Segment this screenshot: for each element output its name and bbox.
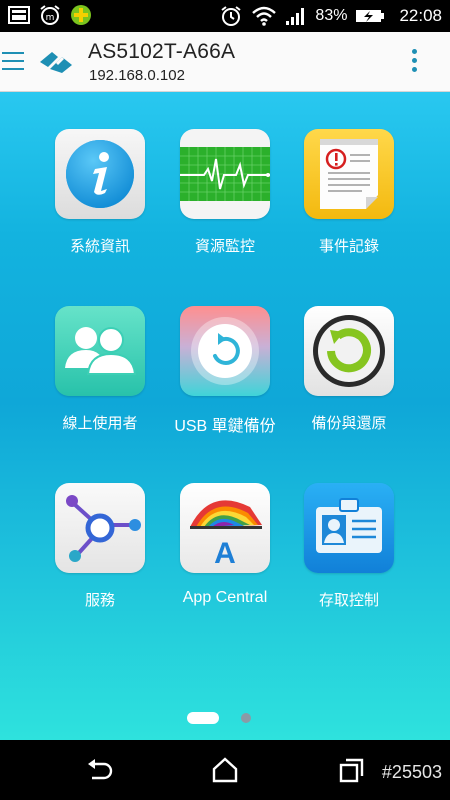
tile-online-users[interactable]: 線上使用者 [45, 306, 155, 433]
tile-usb-backup[interactable]: USB 單鍵備份 [170, 306, 280, 436]
tile-system-info[interactable]: 系統資訊 [45, 129, 155, 256]
tile-services[interactable]: 服務 [45, 483, 155, 610]
device-ip: 192.168.0.102 [89, 67, 185, 84]
backup-restore-icon [313, 315, 385, 387]
svg-text:A: A [214, 537, 236, 570]
screenshot-icon [8, 6, 30, 24]
tile-label: 線上使用者 [62, 414, 138, 432]
tile-label: 服務 [84, 591, 115, 609]
wifi-icon [252, 6, 277, 26]
heartbeat-monitor-icon [180, 147, 270, 201]
services-network-icon [66, 495, 141, 562]
tile-label: 資源監控 [194, 237, 255, 255]
nav-bar: #25503 [0, 740, 450, 800]
tile-label: 備份與還原 [311, 414, 387, 432]
event-log-icon [320, 139, 378, 209]
app-logo-icon [40, 52, 72, 73]
tile-label: App Central [182, 589, 268, 606]
badge-app-icon [71, 5, 91, 25]
tile-label: USB 單鍵備份 [174, 418, 276, 435]
tile-event-log[interactable]: 事件記錄 [294, 129, 404, 256]
tile-app-central[interactable]: A App Central [170, 483, 280, 607]
device-name: AS5102T-A66A [88, 40, 236, 63]
back-icon[interactable] [84, 756, 116, 784]
page-indicator [0, 712, 450, 726]
alarm-icon [221, 6, 242, 26]
tile-label: 系統資訊 [69, 237, 130, 255]
usb-backup-icon [191, 317, 259, 385]
status-bar: m 83% 22:08 [0, 0, 450, 32]
users-icon [65, 327, 137, 375]
app-grid: 系統資訊 資源監控 事件記錄 線上使用者 USB 單鍵備份 備份與還原 服務 A… [0, 92, 450, 740]
tile-label: 存取控制 [318, 591, 379, 609]
hamburger-menu-icon[interactable] [0, 46, 26, 76]
app-central-icon: A [190, 500, 262, 570]
tile-resource-monitor[interactable]: 資源監控 [170, 129, 280, 256]
watermark-text: #25503 [381, 762, 442, 782]
info-icon [66, 140, 134, 208]
page-dot[interactable] [241, 713, 251, 723]
svg-text:m: m [46, 13, 55, 23]
battery-percent: 83% [315, 7, 348, 24]
page-dot-active[interactable] [187, 712, 219, 724]
tile-backup-restore[interactable]: 備份與還原 [294, 306, 404, 433]
recents-icon[interactable] [336, 756, 368, 784]
alarm-clock-icon: m [40, 5, 60, 25]
status-clock: 22:08 [399, 6, 442, 25]
battery-charging-icon [356, 10, 385, 22]
home-icon[interactable] [209, 756, 241, 784]
access-control-id-icon [316, 498, 382, 553]
signal-icon [286, 8, 305, 25]
tile-label: 事件記錄 [318, 237, 379, 255]
tile-access-control[interactable]: 存取控制 [294, 483, 404, 610]
app-header: AS5102T-A66A 192.168.0.102 [0, 32, 450, 92]
overflow-menu-icon[interactable] [404, 46, 424, 78]
